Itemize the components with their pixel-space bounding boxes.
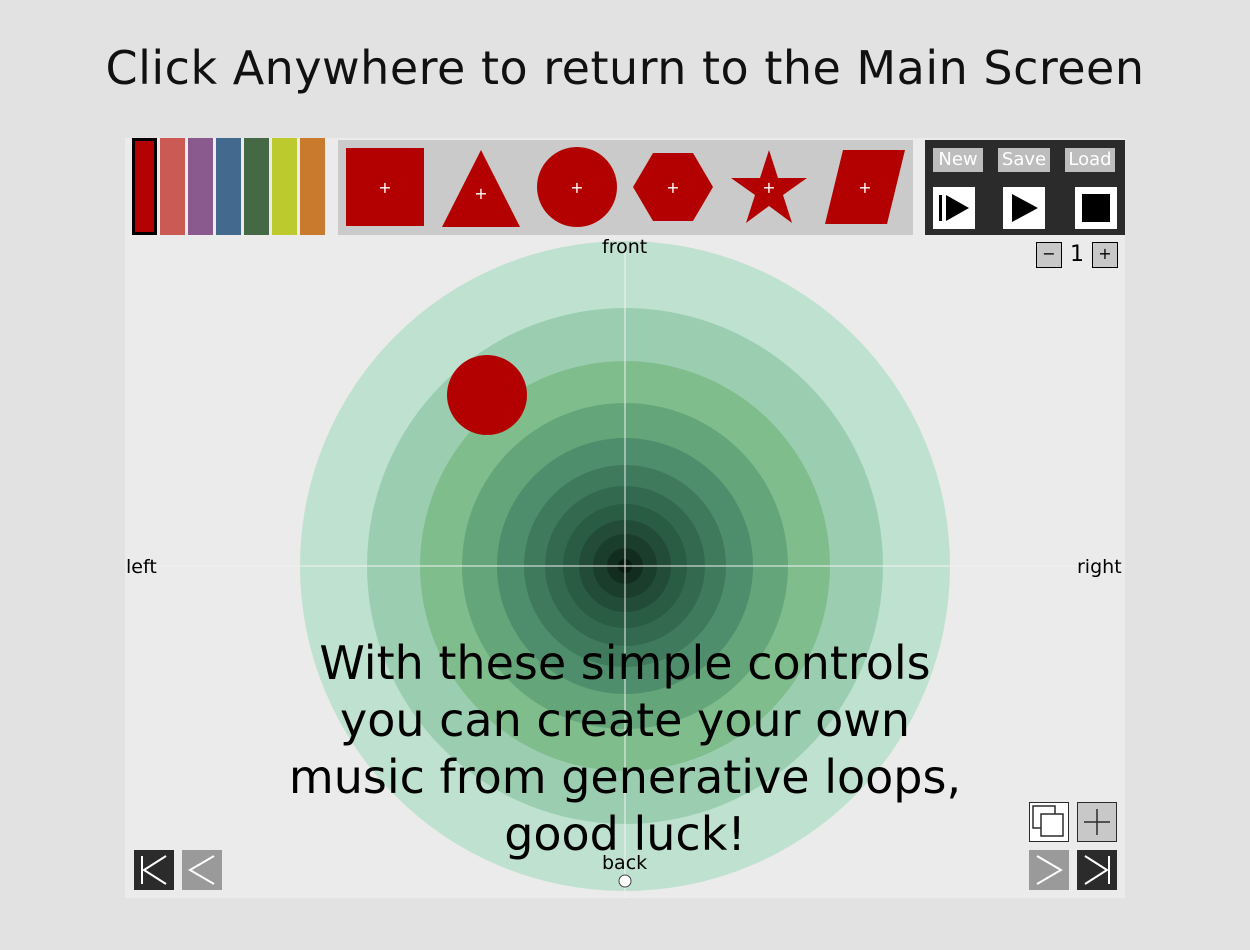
triangle-icon: + <box>442 150 520 227</box>
parallelogram-icon: + <box>825 150 905 224</box>
play-icon <box>1003 187 1045 229</box>
shape-square-button[interactable]: + <box>343 145 427 229</box>
hexagon-icon: + <box>633 153 713 221</box>
right-label: right <box>1077 556 1122 578</box>
load-button[interactable]: Load <box>1065 148 1115 172</box>
svg-text:+: + <box>762 178 775 197</box>
composer-app: + + + + + + New Save Load − 1 + front ba… <box>125 138 1125 898</box>
square-icon: + <box>346 148 424 226</box>
swatch-orange[interactable] <box>300 138 325 235</box>
front-label: front <box>602 236 648 258</box>
save-button[interactable]: Save <box>998 148 1050 172</box>
play-from-start-icon <box>933 187 975 229</box>
listener-handle[interactable] <box>618 874 632 888</box>
swatch-salmon[interactable] <box>160 138 185 235</box>
shape-star-button[interactable]: + <box>727 145 811 229</box>
svg-text:+: + <box>378 178 391 197</box>
last-page-icon <box>1077 850 1117 890</box>
swatch-lime[interactable] <box>272 138 297 235</box>
star-icon: + <box>731 150 807 223</box>
shape-parallelogram-button[interactable]: + <box>823 145 907 229</box>
transport-panel: New Save Load <box>925 140 1125 235</box>
shape-circle-button[interactable]: + <box>535 145 619 229</box>
last-page-button[interactable] <box>1077 850 1117 890</box>
shape-palette: + + + + + + <box>338 140 913 235</box>
duplicate-icon <box>1029 802 1069 842</box>
next-page-icon <box>1029 850 1069 890</box>
first-page-button[interactable] <box>134 850 174 890</box>
play-from-start-button[interactable] <box>933 187 975 229</box>
swatch-purple[interactable] <box>188 138 213 235</box>
svg-text:+: + <box>570 178 583 197</box>
caption-line: you can create your own <box>339 693 910 747</box>
stop-icon <box>1075 187 1117 229</box>
swatch-red[interactable] <box>132 138 157 235</box>
spatial-stage[interactable]: front back left right With these simple … <box>125 235 1125 898</box>
first-page-icon <box>134 850 174 890</box>
shape-triangle-button[interactable]: + <box>439 145 523 229</box>
swatch-green[interactable] <box>244 138 269 235</box>
svg-text:+: + <box>858 178 871 197</box>
add-icon <box>1077 802 1117 842</box>
svg-text:+: + <box>474 184 487 203</box>
svg-text:+: + <box>666 178 679 197</box>
stop-button[interactable] <box>1075 187 1117 229</box>
previous-page-icon <box>182 850 222 890</box>
play-button[interactable] <box>1003 187 1045 229</box>
left-label: left <box>126 556 157 578</box>
new-button[interactable]: New <box>933 148 983 172</box>
previous-page-button[interactable] <box>182 850 222 890</box>
add-button[interactable] <box>1077 802 1117 842</box>
caption-line: With these simple controls <box>319 636 931 690</box>
swatch-blue[interactable] <box>216 138 241 235</box>
instruction-headline[interactable]: Click Anywhere to return to the Main Scr… <box>0 38 1250 98</box>
circle-icon: + <box>537 147 617 227</box>
shape-hexagon-button[interactable]: + <box>631 145 715 229</box>
tutorial-caption: With these simple controls you can creat… <box>255 635 995 863</box>
next-page-button[interactable] <box>1029 850 1069 890</box>
caption-line: music from generative loops, <box>288 750 962 804</box>
placed-circle-shape[interactable] <box>447 355 527 435</box>
duplicate-button[interactable] <box>1029 802 1069 842</box>
caption-line: good luck! <box>504 807 746 861</box>
color-palette <box>132 138 326 235</box>
